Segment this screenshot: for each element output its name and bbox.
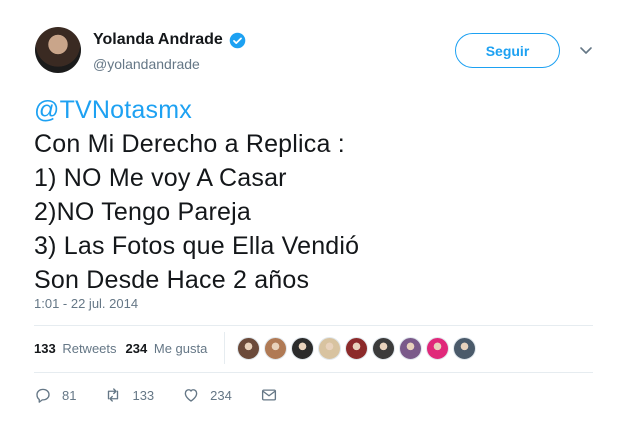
liker-avatar[interactable] (291, 337, 314, 360)
author-handle[interactable]: @yolandandrade (93, 56, 200, 72)
liker-avatar[interactable] (399, 337, 422, 360)
liker-avatar[interactable] (372, 337, 395, 360)
retweets-label: Retweets (62, 341, 117, 356)
author-avatar[interactable] (35, 27, 81, 73)
retweet-button[interactable]: 133 (104, 386, 154, 404)
author-display-name[interactable]: Yolanda Andrade (93, 31, 223, 49)
reply-icon (36, 388, 50, 403)
liker-avatar[interactable] (237, 337, 260, 360)
verified-badge-icon (229, 32, 246, 48)
divider (224, 332, 225, 364)
retweet-icon (108, 388, 119, 402)
chevron-down-icon[interactable] (578, 42, 594, 58)
divider (34, 325, 593, 326)
divider (34, 372, 593, 373)
liker-avatar[interactable] (264, 337, 287, 360)
tweet-line: Son Desde Hace 2 años (34, 266, 310, 294)
tweet-line: 1) NO Me voy A Casar (34, 164, 287, 192)
follow-button[interactable]: Seguir (455, 33, 560, 68)
likes-count: 234 (125, 341, 148, 356)
heart-icon (184, 389, 198, 402)
liker-avatar[interactable] (426, 337, 449, 360)
tweet-mention-link[interactable]: @TVNotasmx (34, 93, 359, 127)
like-count: 234 (210, 387, 232, 403)
tweet-line: 2)NO Tengo Pareja (34, 198, 251, 226)
reply-count: 81 (62, 387, 77, 403)
tweet-stats: 133 Retweets 234 Me gusta (34, 341, 216, 356)
tweet-line: Con Mi Derecho a Replica : (34, 130, 345, 158)
tweet-text: @TVNotasmx Con Mi Derecho a Replica : 1)… (34, 93, 359, 297)
tweet-timestamp[interactable]: 1:01 - 22 jul. 2014 (34, 296, 138, 311)
tweet-line: 3) Las Fotos que Ella Vendió (34, 232, 360, 260)
liker-avatar[interactable] (453, 337, 476, 360)
like-button[interactable]: 234 (182, 386, 232, 404)
likes-stat[interactable]: 234 Me gusta (126, 341, 208, 356)
retweets-stat[interactable]: 133 Retweets (34, 341, 117, 356)
envelope-icon (261, 389, 276, 401)
retweet-count: 133 (132, 387, 155, 403)
direct-message-button[interactable] (260, 386, 288, 404)
liker-avatar[interactable] (345, 337, 368, 360)
author-name-row[interactable]: Yolanda Andrade (93, 31, 246, 49)
liker-avatars (237, 337, 476, 360)
retweets-count: 133 (34, 341, 56, 356)
liker-avatar[interactable] (318, 337, 341, 360)
likes-label: Me gusta (153, 341, 208, 356)
reply-button[interactable]: 81 (34, 386, 76, 404)
tweet-actions: 81 133 234 (34, 386, 316, 404)
